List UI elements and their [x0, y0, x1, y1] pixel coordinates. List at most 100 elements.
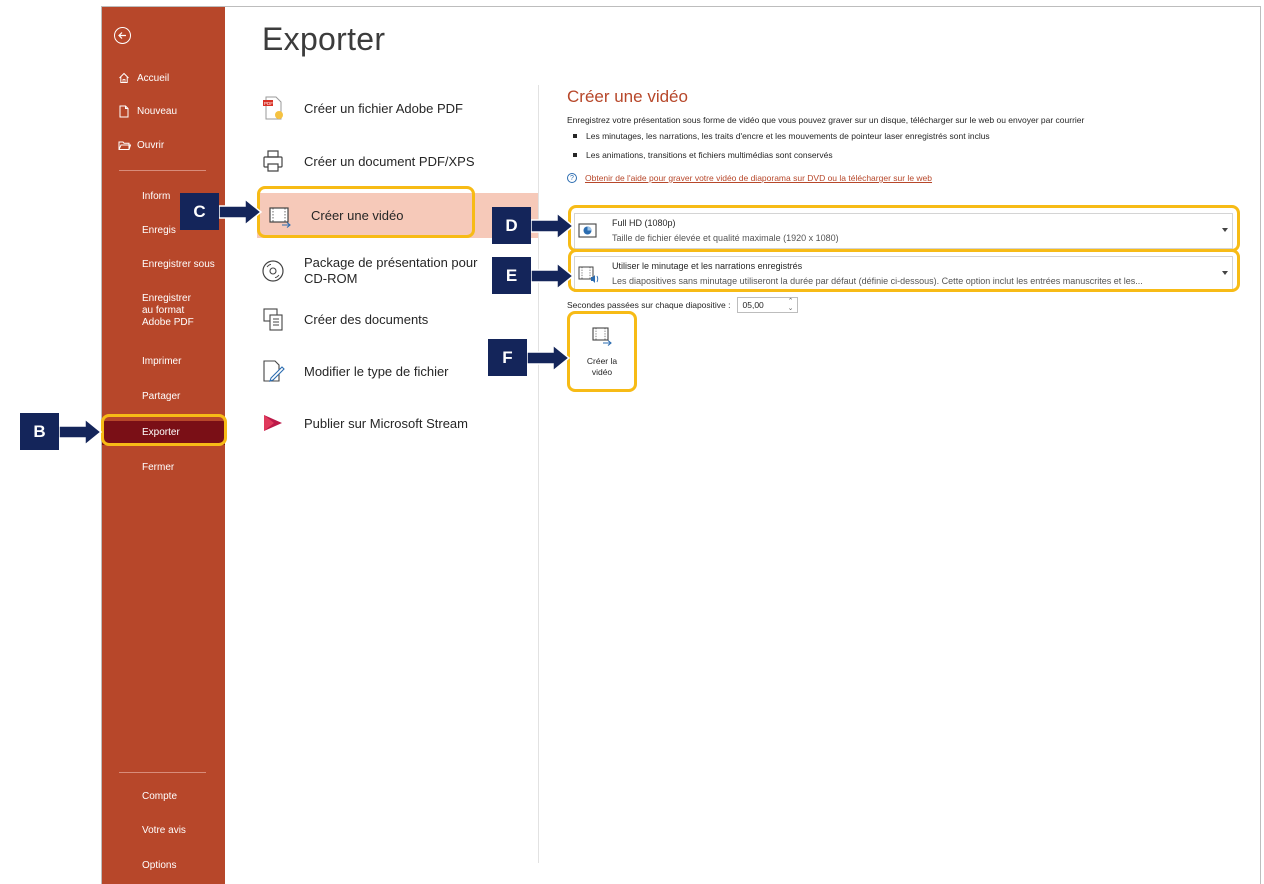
- callout-arrow-icon: [531, 210, 575, 241]
- quality-dropdown[interactable]: Full HD (1080p) Taille de fichier élevée…: [574, 213, 1233, 249]
- sidebar-item-label: Fermer: [142, 462, 175, 473]
- callout-arrow-icon: [59, 416, 103, 447]
- callout-label: C: [180, 193, 219, 230]
- create-video-label: Créer la vidéo: [587, 356, 617, 378]
- export-option-handouts[interactable]: Créer des documents: [258, 303, 528, 335]
- bullet-item: Les minutages, les narrations, les trait…: [573, 131, 990, 141]
- sidebar-item-nouveau[interactable]: Nouveau: [102, 100, 225, 122]
- sidebar-item-compte[interactable]: Compte: [102, 791, 225, 805]
- adobe-pdf-icon: PDF: [258, 93, 288, 123]
- timings-narration-icon: [578, 265, 599, 283]
- svg-text:PDF: PDF: [264, 101, 273, 106]
- seconds-spinner[interactable]: 05,00 ⌃ ⌄: [736, 297, 798, 313]
- section-description: Enregistrez votre présentation sous form…: [567, 115, 1085, 125]
- sidebar-item-fermer[interactable]: Fermer: [102, 462, 225, 476]
- bullet-item: Les animations, transitions et fichiers …: [573, 150, 833, 160]
- callout-f: F: [488, 339, 571, 376]
- callout-label: D: [492, 207, 531, 244]
- sidebar-item-ouvrir[interactable]: Ouvrir: [102, 134, 225, 156]
- sidebar-item-label: Votre avis: [142, 825, 186, 836]
- create-video-icon: [590, 325, 614, 352]
- sidebar-item-label: Compte: [142, 791, 178, 802]
- sidebar-item-votre-avis[interactable]: Votre avis: [102, 825, 225, 839]
- callout-b: B: [20, 413, 103, 450]
- change-file-type-icon: [258, 356, 288, 386]
- display-quality-icon: [578, 222, 597, 240]
- help-link-row: ? Obtenir de l'aide pour graver votre vi…: [567, 173, 932, 183]
- export-option-pdf-xps[interactable]: Créer un document PDF/XPS: [258, 145, 528, 177]
- sidebar-item-enregistrer-pdf[interactable]: Enregistrer au format Adobe PDF: [102, 293, 212, 329]
- sidebar-item-label: Accueil: [137, 72, 170, 84]
- export-option-adobe-pdf[interactable]: PDF Créer un fichier Adobe PDF: [258, 92, 528, 124]
- callout-arrow-icon: [531, 260, 575, 291]
- callout-label: F: [488, 339, 527, 376]
- microsoft-stream-icon: [258, 408, 288, 438]
- sidebar-item-label: Partager: [142, 391, 181, 402]
- timing-subtitle: Les diapositives sans minutage utilisero…: [612, 276, 1143, 286]
- callout-c: C: [180, 193, 263, 230]
- help-link[interactable]: Obtenir de l'aide pour graver votre vidé…: [585, 173, 932, 183]
- page-title: Exporter: [262, 21, 386, 57]
- sidebar-item-label: Options: [142, 860, 177, 871]
- seconds-per-slide-row: Secondes passées sur chaque diapositive …: [567, 297, 798, 313]
- callout-d: D: [492, 207, 575, 244]
- seconds-value: 05,00: [742, 300, 764, 310]
- export-option-label: Package de présentation pour CD-ROM: [304, 255, 478, 286]
- export-options-panel: Exporter PDF Créer un fichier Adobe PDF …: [225, 7, 538, 884]
- timing-dropdown[interactable]: Utiliser le minutage et les narrations e…: [574, 256, 1233, 292]
- bullet-icon: [573, 153, 577, 157]
- chevron-down-icon: [1222, 271, 1228, 275]
- open-folder-icon: [118, 140, 132, 151]
- create-video-button[interactable]: Créer la vidéo: [572, 319, 632, 391]
- export-option-label: Publier sur Microsoft Stream: [304, 415, 468, 431]
- sidebar-item-label: Exporter: [142, 427, 180, 438]
- home-icon: [118, 72, 132, 84]
- callout-e: E: [492, 257, 575, 294]
- sidebar-item-partager[interactable]: Partager: [102, 391, 225, 405]
- sidebar-item-imprimer[interactable]: Imprimer: [102, 356, 225, 370]
- export-option-label: Créer un fichier Adobe PDF: [304, 100, 463, 116]
- new-document-icon: [118, 105, 132, 118]
- sidebar-item-label: Enregis: [142, 225, 176, 236]
- timing-title: Utiliser le minutage et les narrations e…: [612, 261, 803, 271]
- seconds-label: Secondes passées sur chaque diapositive …: [567, 300, 731, 310]
- backstage-sidebar: Accueil Nouveau Ouvrir Inform Enregis En…: [102, 7, 225, 884]
- sidebar-item-exporter[interactable]: Exporter: [102, 421, 225, 445]
- export-option-cd-package[interactable]: Package de présentation pour CD-ROM: [258, 249, 528, 293]
- sidebar-item-label: Enregistrer sous: [142, 259, 215, 270]
- sidebar-item-label: Imprimer: [142, 356, 182, 367]
- export-option-label: Créer une vidéo: [311, 208, 404, 223]
- sidebar-item-label: Inform: [142, 191, 171, 202]
- create-video-label-line1: Créer la: [586, 356, 618, 366]
- sidebar-item-enregistrer-sous[interactable]: Enregistrer sous: [102, 259, 225, 273]
- help-question-icon: ?: [567, 173, 577, 183]
- video-settings-panel: Créer une vidéo Enregistrez votre présen…: [539, 7, 1260, 884]
- bullet-icon: [573, 134, 577, 138]
- sidebar-divider: [119, 772, 206, 773]
- export-option-label: Créer des documents: [304, 311, 429, 327]
- sidebar-item-label: Enregistrer au format Adobe PDF: [142, 293, 194, 328]
- back-arrow-icon[interactable]: [114, 27, 131, 44]
- bullet-text: Les animations, transitions et fichiers …: [586, 150, 833, 160]
- spinner-arrows-icon[interactable]: ⌃ ⌄: [788, 298, 794, 312]
- callout-label: E: [492, 257, 531, 294]
- video-icon: [265, 201, 295, 231]
- sidebar-divider: [119, 170, 206, 171]
- quality-subtitle: Taille de fichier élevée et qualité maxi…: [612, 233, 839, 243]
- chevron-down-icon: [1222, 228, 1228, 232]
- quality-title: Full HD (1080p): [612, 218, 676, 228]
- callout-label: B: [20, 413, 59, 450]
- sidebar-item-accueil[interactable]: Accueil: [102, 67, 225, 89]
- sidebar-item-label: Ouvrir: [137, 139, 165, 151]
- sidebar-item-options[interactable]: Options: [102, 860, 225, 874]
- bullet-text: Les minutages, les narrations, les trait…: [586, 131, 990, 141]
- callout-arrow-icon: [527, 342, 571, 373]
- sidebar-item-label: Nouveau: [137, 105, 178, 117]
- export-option-label: Modifier le type de fichier: [304, 363, 449, 379]
- section-title: Créer une vidéo: [567, 87, 688, 106]
- backstage-window: Accueil Nouveau Ouvrir Inform Enregis En…: [101, 6, 1261, 884]
- export-option-microsoft-stream[interactable]: Publier sur Microsoft Stream: [258, 407, 528, 439]
- pdf-xps-icon: [258, 146, 288, 176]
- handouts-icon: [258, 304, 288, 334]
- create-video-label-line2: vidéo: [591, 367, 613, 377]
